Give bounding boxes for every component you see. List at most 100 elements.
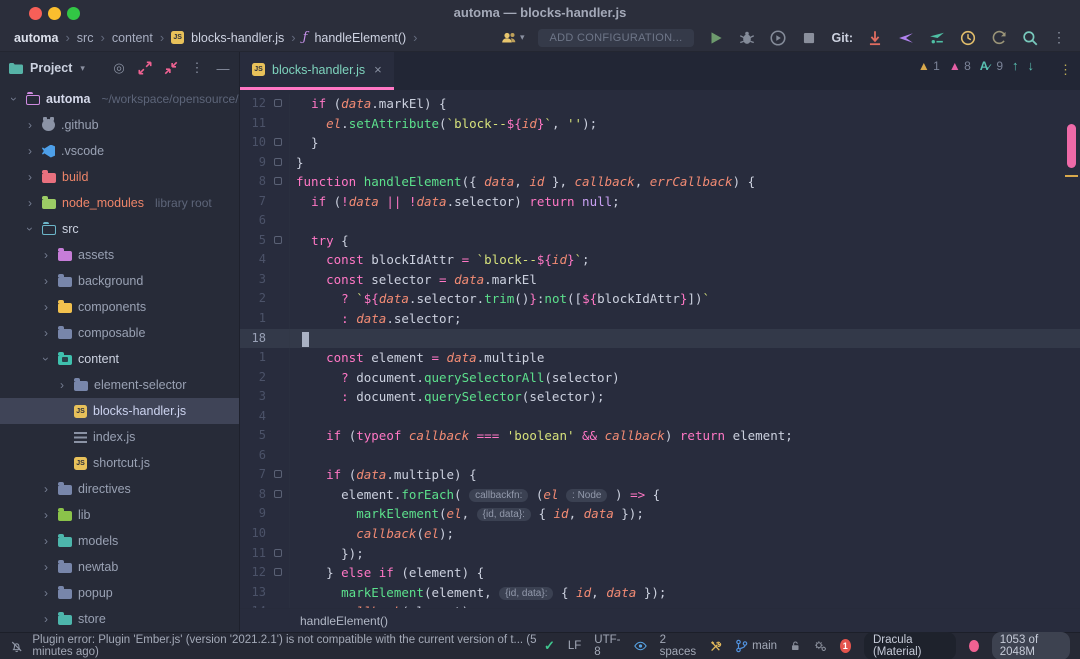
chevron-expanded-icon[interactable]: › (39, 353, 53, 365)
git-branch-widget[interactable]: main (735, 639, 777, 653)
tree-item-lib[interactable]: › lib (0, 502, 239, 528)
code-line[interactable]: 9} (240, 152, 1080, 173)
chevron-collapsed-icon[interactable]: › (40, 300, 52, 314)
fold-end-icon[interactable] (274, 138, 282, 147)
indent-indicator[interactable]: 2 spaces (660, 634, 697, 658)
git-update-icon[interactable] (866, 29, 884, 47)
tab-blocks-handler[interactable]: JS blocks-handler.js × (240, 52, 394, 90)
history-icon[interactable] (959, 29, 977, 47)
fold-end-icon[interactable] (274, 157, 282, 166)
next-problem-icon[interactable]: ↓ (1028, 58, 1035, 73)
fold-region-icon[interactable] (274, 99, 282, 107)
collapse-all-icon[interactable] (163, 60, 179, 76)
add-configuration-button[interactable]: ADD CONFIGURATION... (537, 28, 695, 47)
panel-title[interactable]: Project (30, 61, 72, 75)
tree-item-composable[interactable]: › composable (0, 320, 239, 346)
code-line[interactable]: 4 const blockIdAttr = `block--${id}`; (240, 250, 1080, 270)
code-line[interactable]: 6 (240, 445, 1080, 466)
tree-item-blocks-handler-js[interactable]: JS blocks-handler.js (0, 398, 239, 424)
close-tab-icon[interactable]: × (374, 62, 382, 77)
fold-region-icon[interactable] (274, 489, 282, 498)
code-line[interactable]: 5 if (typeof callback === 'boolean' && c… (240, 426, 1080, 446)
tree-item-background[interactable]: › background (0, 268, 239, 294)
code-line[interactable]: 3 const selector = data.markEl (240, 269, 1080, 290)
kebab-menu-icon[interactable]: ⋮ (1052, 29, 1066, 46)
code-line[interactable]: 10 } (240, 133, 1080, 153)
git-commit-push-icon[interactable] (928, 29, 946, 47)
tab-options-icon[interactable]: ⋮ (1059, 62, 1072, 78)
search-icon[interactable] (1021, 29, 1039, 47)
run-button[interactable] (707, 29, 725, 47)
code-line-current[interactable]: 18 (240, 328, 1080, 349)
reader-mode-eye-icon[interactable] (633, 640, 647, 652)
settings-gears-icon[interactable] (814, 639, 827, 653)
code-line[interactable]: 12 } else if (element) { (240, 563, 1080, 583)
prettier-check-icon[interactable]: ✓ (544, 638, 555, 654)
chevron-collapsed-icon[interactable]: › (40, 274, 52, 288)
tree-item-assets[interactable]: › assets (0, 242, 239, 268)
breadcrumb-content[interactable]: content (112, 31, 153, 45)
notifications-muted-icon[interactable] (10, 639, 23, 654)
tree-item--vscode[interactable]: › .vscode (0, 138, 239, 164)
locate-file-icon[interactable]: ◎ (111, 60, 127, 76)
code-line[interactable]: 2 ? document.querySelectorAll(selector) (240, 367, 1080, 388)
warnings-indicator[interactable]: ▲ 1 (918, 59, 940, 73)
chevron-collapsed-icon[interactable]: › (24, 144, 36, 158)
debug-button[interactable] (738, 29, 756, 47)
breadcrumb-src[interactable]: src (77, 31, 94, 45)
chevron-collapsed-icon[interactable]: › (40, 248, 52, 262)
code-line[interactable]: 6 (240, 211, 1080, 231)
tree-item-src[interactable]: › src (0, 216, 239, 242)
run-with-coverage-button[interactable] (769, 29, 787, 47)
tree-item-directives[interactable]: › directives (0, 476, 239, 502)
code-line[interactable]: 2 ? `${data.selector.trim()}:not([${bloc… (240, 289, 1080, 310)
tree-item-automa[interactable]: › automa ~/workspace/opensource/ (0, 86, 239, 112)
code-line[interactable]: 7 if (!data || !data.selector) return nu… (240, 191, 1080, 212)
code-line[interactable]: 10 callback(el); (240, 524, 1080, 544)
code-line[interactable]: 11 el.setAttribute(`block--${id}`, ''); (240, 113, 1080, 134)
chevron-collapsed-icon[interactable]: › (40, 586, 52, 600)
code-line[interactable]: 5 try { (240, 230, 1080, 251)
fold-end-icon[interactable] (274, 548, 282, 557)
tree-item-element-selector[interactable]: › element-selector (0, 372, 239, 398)
fold-region-icon[interactable] (274, 470, 282, 479)
tree-item-build[interactable]: › build (0, 164, 239, 190)
chevron-down-icon[interactable]: ▾ (80, 63, 85, 74)
scrollbar-thumb[interactable] (1067, 124, 1076, 168)
fold-region-icon[interactable] (274, 568, 282, 577)
chevron-collapsed-icon[interactable]: › (40, 508, 52, 522)
error-count-badge[interactable]: 1 (839, 639, 851, 653)
typos-indicator[interactable]: A✓ 9 (980, 59, 1003, 73)
tree-item-newtab[interactable]: › newtab (0, 554, 239, 580)
code-line[interactable]: 8 element.forEach( callbackfn: (el : Nod… (240, 484, 1080, 505)
stop-button[interactable] (800, 29, 818, 47)
code-line[interactable]: 4 (240, 406, 1080, 427)
code-with-me-button[interactable]: ▾ (500, 29, 525, 47)
chevron-collapsed-icon[interactable]: › (24, 118, 36, 132)
previous-problem-icon[interactable]: ↑ (1012, 58, 1019, 73)
chevron-collapsed-icon[interactable]: › (56, 378, 68, 392)
kebab-menu-icon[interactable]: ⋮ (189, 60, 205, 76)
tree-item--github[interactable]: › .github (0, 112, 239, 138)
code-line[interactable]: 9 markElement(el, {id, data}: { id, data… (240, 504, 1080, 525)
tree-item-components[interactable]: › components (0, 294, 239, 320)
code-line[interactable]: 1 : data.selector; (240, 309, 1080, 329)
code-line[interactable]: 3 : document.querySelector(selector); (240, 387, 1080, 407)
tree-item-content[interactable]: › content (0, 346, 239, 372)
code-line[interactable]: 7 if (data.multiple) { (240, 465, 1080, 485)
theme-indicator[interactable]: Dracula (Material) (863, 632, 957, 659)
hide-panel-icon[interactable]: — (215, 60, 231, 76)
memory-indicator[interactable]: 1053 of 2048M (991, 632, 1070, 659)
fold-region-icon[interactable] (274, 235, 282, 244)
chevron-collapsed-icon[interactable]: › (40, 326, 52, 340)
tree-item-popup[interactable]: › popup (0, 580, 239, 606)
line-ending-indicator[interactable]: LF (568, 640, 581, 652)
breadcrumb-project[interactable]: automa (14, 31, 58, 45)
rollback-icon[interactable] (990, 29, 1008, 47)
code-editor[interactable]: 12 if (data.markEl) {11 el.setAttribute(… (240, 90, 1080, 608)
chevron-collapsed-icon[interactable]: › (40, 534, 52, 548)
git-push-icon[interactable] (897, 29, 915, 47)
fold-region-icon[interactable] (274, 177, 282, 186)
chevron-collapsed-icon[interactable]: › (40, 482, 52, 496)
errors-indicator[interactable]: ▲ 8 (949, 59, 971, 73)
